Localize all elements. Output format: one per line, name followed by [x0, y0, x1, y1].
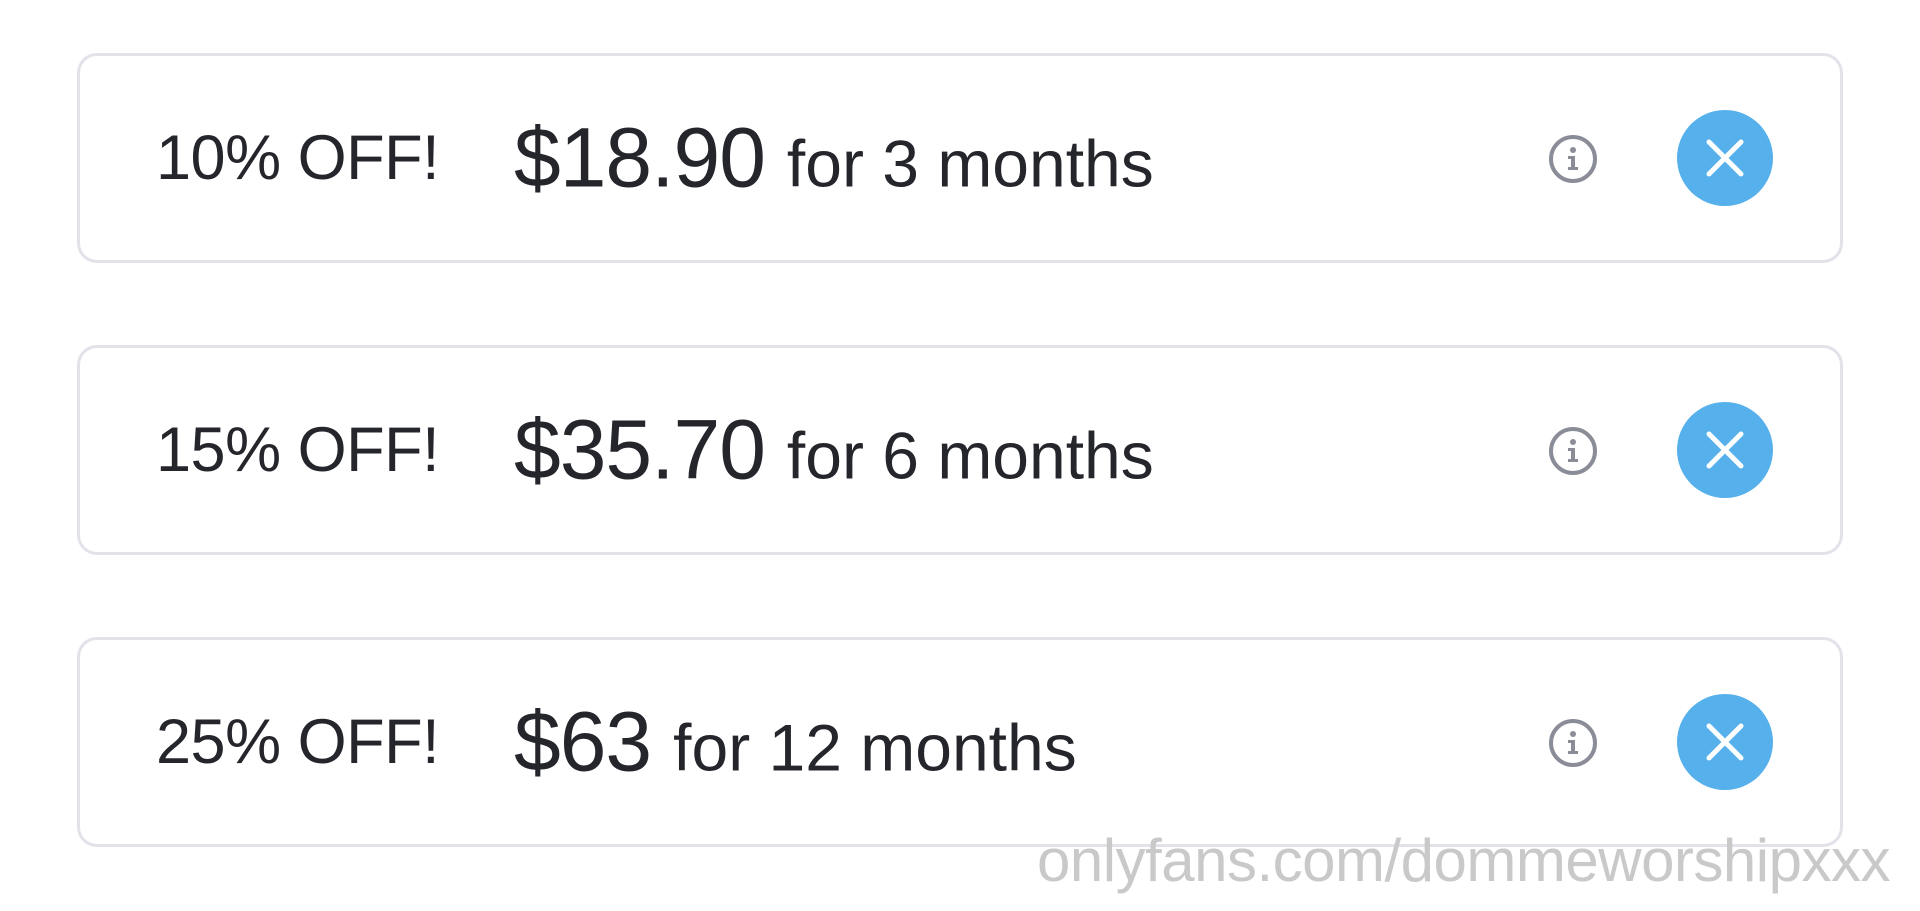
bundle-discount: 15% OFF! — [156, 415, 440, 485]
close-icon — [1706, 723, 1744, 761]
subscription-bundles-panel: 10% OFF! $18.90 for 3 months 15% OFF! $35… — [0, 0, 1920, 911]
bundle-duration: for 3 months — [786, 126, 1154, 201]
close-button[interactable] — [1677, 110, 1773, 206]
watermark-text: onlyfans.com/dommeworshipxxx — [1037, 827, 1890, 894]
close-button[interactable] — [1677, 402, 1773, 498]
bundle-discount: 25% OFF! — [156, 707, 440, 777]
bundle-duration: for 6 months — [786, 418, 1154, 493]
bundle-price: $63 — [514, 694, 652, 789]
info-glyph — [1568, 731, 1578, 754]
info-icon[interactable] — [1549, 427, 1597, 475]
bundle-duration: for 12 months — [673, 710, 1077, 785]
close-icon — [1706, 431, 1744, 469]
bundle-price: $35.70 — [514, 402, 766, 497]
close-button[interactable] — [1677, 694, 1773, 790]
bundle-card: 10% OFF! $18.90 for 3 months — [77, 53, 1843, 263]
bundle-card: 15% OFF! $35.70 for 6 months — [77, 345, 1843, 555]
bundle-price-line: $18.90 for 3 months — [514, 110, 1154, 207]
info-icon[interactable] — [1549, 135, 1597, 183]
bundle-discount: 10% OFF! — [156, 123, 440, 193]
close-icon — [1706, 139, 1744, 177]
bundle-price-line: $63 for 12 months — [514, 694, 1077, 791]
bundle-price-line: $35.70 for 6 months — [514, 402, 1154, 499]
bundle-price: $18.90 — [514, 110, 766, 205]
info-glyph — [1568, 147, 1578, 170]
info-glyph — [1568, 439, 1578, 462]
info-icon[interactable] — [1549, 719, 1597, 767]
bundle-card: 25% OFF! $63 for 12 months — [77, 637, 1843, 847]
